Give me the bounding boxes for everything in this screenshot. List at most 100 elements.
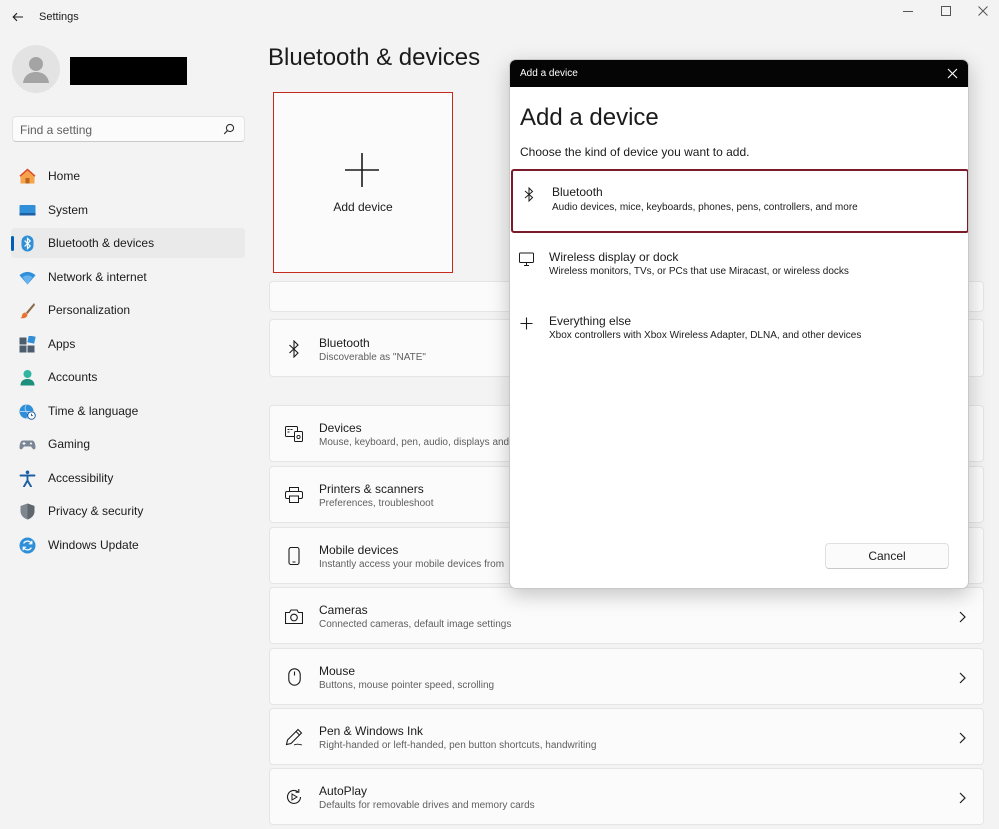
sidebar-item-personalization[interactable]: Personalization (11, 295, 245, 325)
close-window-button[interactable] (972, 4, 994, 18)
accounts-icon (20, 370, 35, 386)
sidebar-item-accounts[interactable]: Accounts (11, 362, 245, 392)
maximize-icon (941, 6, 951, 16)
dialog-title-bar: Add a device (510, 60, 968, 87)
row-subtitle: Mouse, keyboard, pen, audio, displays an… (319, 437, 510, 448)
sidebar-item-windows-update[interactable]: Windows Update (11, 530, 245, 560)
sidebar-item-apps[interactable]: Apps (11, 329, 245, 359)
option-bluetooth[interactable]: Bluetooth Audio devices, mice, keyboards… (511, 169, 968, 233)
sidebar-item-time-language[interactable]: Time & language (11, 396, 245, 426)
update-icon (19, 537, 36, 554)
settings-row-pen-windows-ink[interactable]: Pen & Windows Ink Right-handed or left-h… (269, 708, 984, 765)
cancel-button[interactable]: Cancel (825, 543, 949, 569)
bluetooth-icon (524, 186, 534, 202)
selection-indicator (11, 236, 14, 251)
sidebar-item-label: System (48, 203, 89, 217)
sidebar-item-gaming[interactable]: Gaming (11, 429, 245, 459)
chevron-right-icon (959, 732, 966, 744)
sidebar-item-label: Personalization (48, 303, 131, 317)
plus-icon (345, 153, 379, 187)
add-device-dialog: Add a device Add a device Choose the kin… (509, 59, 969, 589)
row-subtitle: Buttons, mouse pointer speed, scrolling (319, 680, 495, 691)
row-title: Mouse (319, 664, 356, 678)
plus-icon (520, 317, 532, 329)
gamepad-icon (19, 440, 36, 450)
pen-icon (285, 728, 303, 746)
row-icon-box (284, 667, 304, 687)
mouse-icon (287, 668, 301, 686)
maximize-button[interactable] (935, 4, 957, 18)
add-device-tile[interactable]: Add device (273, 92, 453, 273)
row-icon-box (284, 546, 304, 566)
close-icon[interactable] (946, 67, 959, 80)
back-button[interactable] (8, 8, 28, 26)
sidebar-item-home[interactable]: Home (11, 161, 245, 191)
dialog-heading: Add a device (520, 104, 659, 131)
phone-icon (288, 547, 300, 565)
option-title: Everything else (549, 314, 632, 328)
shield-icon (20, 503, 35, 520)
row-icon-box (284, 787, 304, 807)
bluetooth-row-icon-box (284, 339, 304, 359)
bluetooth-icon (289, 340, 299, 358)
row-title: Devices (319, 421, 362, 435)
sidebar-item-label: Home (48, 169, 81, 183)
option-everything-else[interactable]: Everything else Xbox controllers with Xb… (510, 300, 968, 364)
page-title: Bluetooth & devices (268, 44, 481, 71)
row-title: Printers & scanners (319, 482, 424, 496)
sidebar-item-label: Network & internet (48, 270, 147, 284)
sidebar-item-bluetooth-devices[interactable]: Bluetooth & devices (11, 228, 245, 258)
row-subtitle: Connected cameras, default image setting… (319, 619, 512, 630)
search-input[interactable] (20, 121, 215, 138)
bluetooth-title: Bluetooth (319, 336, 370, 350)
autoplay-icon (286, 789, 302, 804)
minimize-button[interactable] (897, 4, 919, 18)
settings-row-mouse[interactable]: Mouse Buttons, mouse pointer speed, scro… (269, 648, 984, 705)
bluetooth-status: Discoverable as "NATE" (319, 352, 426, 363)
globe-clock-icon (19, 404, 36, 420)
row-title: Pen & Windows Ink (319, 724, 424, 738)
user-name (70, 57, 187, 85)
sidebar-item-network[interactable]: Network & internet (11, 262, 245, 292)
devices-icon (285, 426, 303, 442)
sidebar-item-label: Apps (48, 337, 76, 351)
row-subtitle: Right-handed or left-handed, pen button … (319, 740, 597, 751)
chevron-right-icon (959, 672, 966, 684)
accessibility-icon (19, 470, 36, 487)
close-icon (978, 6, 988, 16)
chevron-right-icon (959, 792, 966, 804)
system-icon (19, 205, 36, 216)
search-box[interactable] (12, 116, 245, 142)
sidebar-item-privacy-security[interactable]: Privacy & security (11, 496, 245, 526)
wifi-icon (19, 271, 36, 285)
sidebar-item-label: Gaming (48, 437, 91, 451)
brush-icon (20, 303, 35, 319)
option-wireless-display-dock[interactable]: Wireless display or dock Wireless monito… (510, 235, 968, 299)
sidebar-item-label: Time & language (48, 404, 139, 418)
row-subtitle: Instantly access your mobile devices fro… (319, 559, 505, 570)
minimize-icon (903, 11, 913, 12)
printer-icon (285, 487, 303, 503)
option-title: Bluetooth (552, 185, 603, 199)
user-icon (23, 57, 49, 83)
row-icon-box (284, 424, 304, 444)
row-icon-box (284, 606, 304, 626)
settings-row-cameras[interactable]: Cameras Connected cameras, default image… (269, 587, 984, 644)
sidebar-item-label: Accounts (48, 370, 98, 384)
apps-icon (19, 336, 36, 353)
avatar[interactable] (12, 45, 60, 93)
sidebar-item-system[interactable]: System (11, 195, 245, 225)
sidebar-item-label: Windows Update (48, 538, 139, 552)
row-icon-box (284, 485, 304, 505)
search-icon (223, 123, 235, 135)
sidebar-item-accessibility[interactable]: Accessibility (11, 463, 245, 493)
option-icon-box (518, 251, 534, 267)
app-title: Settings (39, 11, 79, 23)
back-arrow-icon (12, 12, 23, 22)
chevron-right-icon (959, 611, 966, 623)
settings-row-autoplay[interactable]: AutoPlay Defaults for removable drives a… (269, 768, 984, 825)
row-icon-box (284, 727, 304, 747)
dialog-caption: Add a device (520, 68, 578, 79)
row-subtitle: Preferences, troubleshoot (319, 498, 434, 509)
row-title: Cameras (319, 603, 368, 617)
